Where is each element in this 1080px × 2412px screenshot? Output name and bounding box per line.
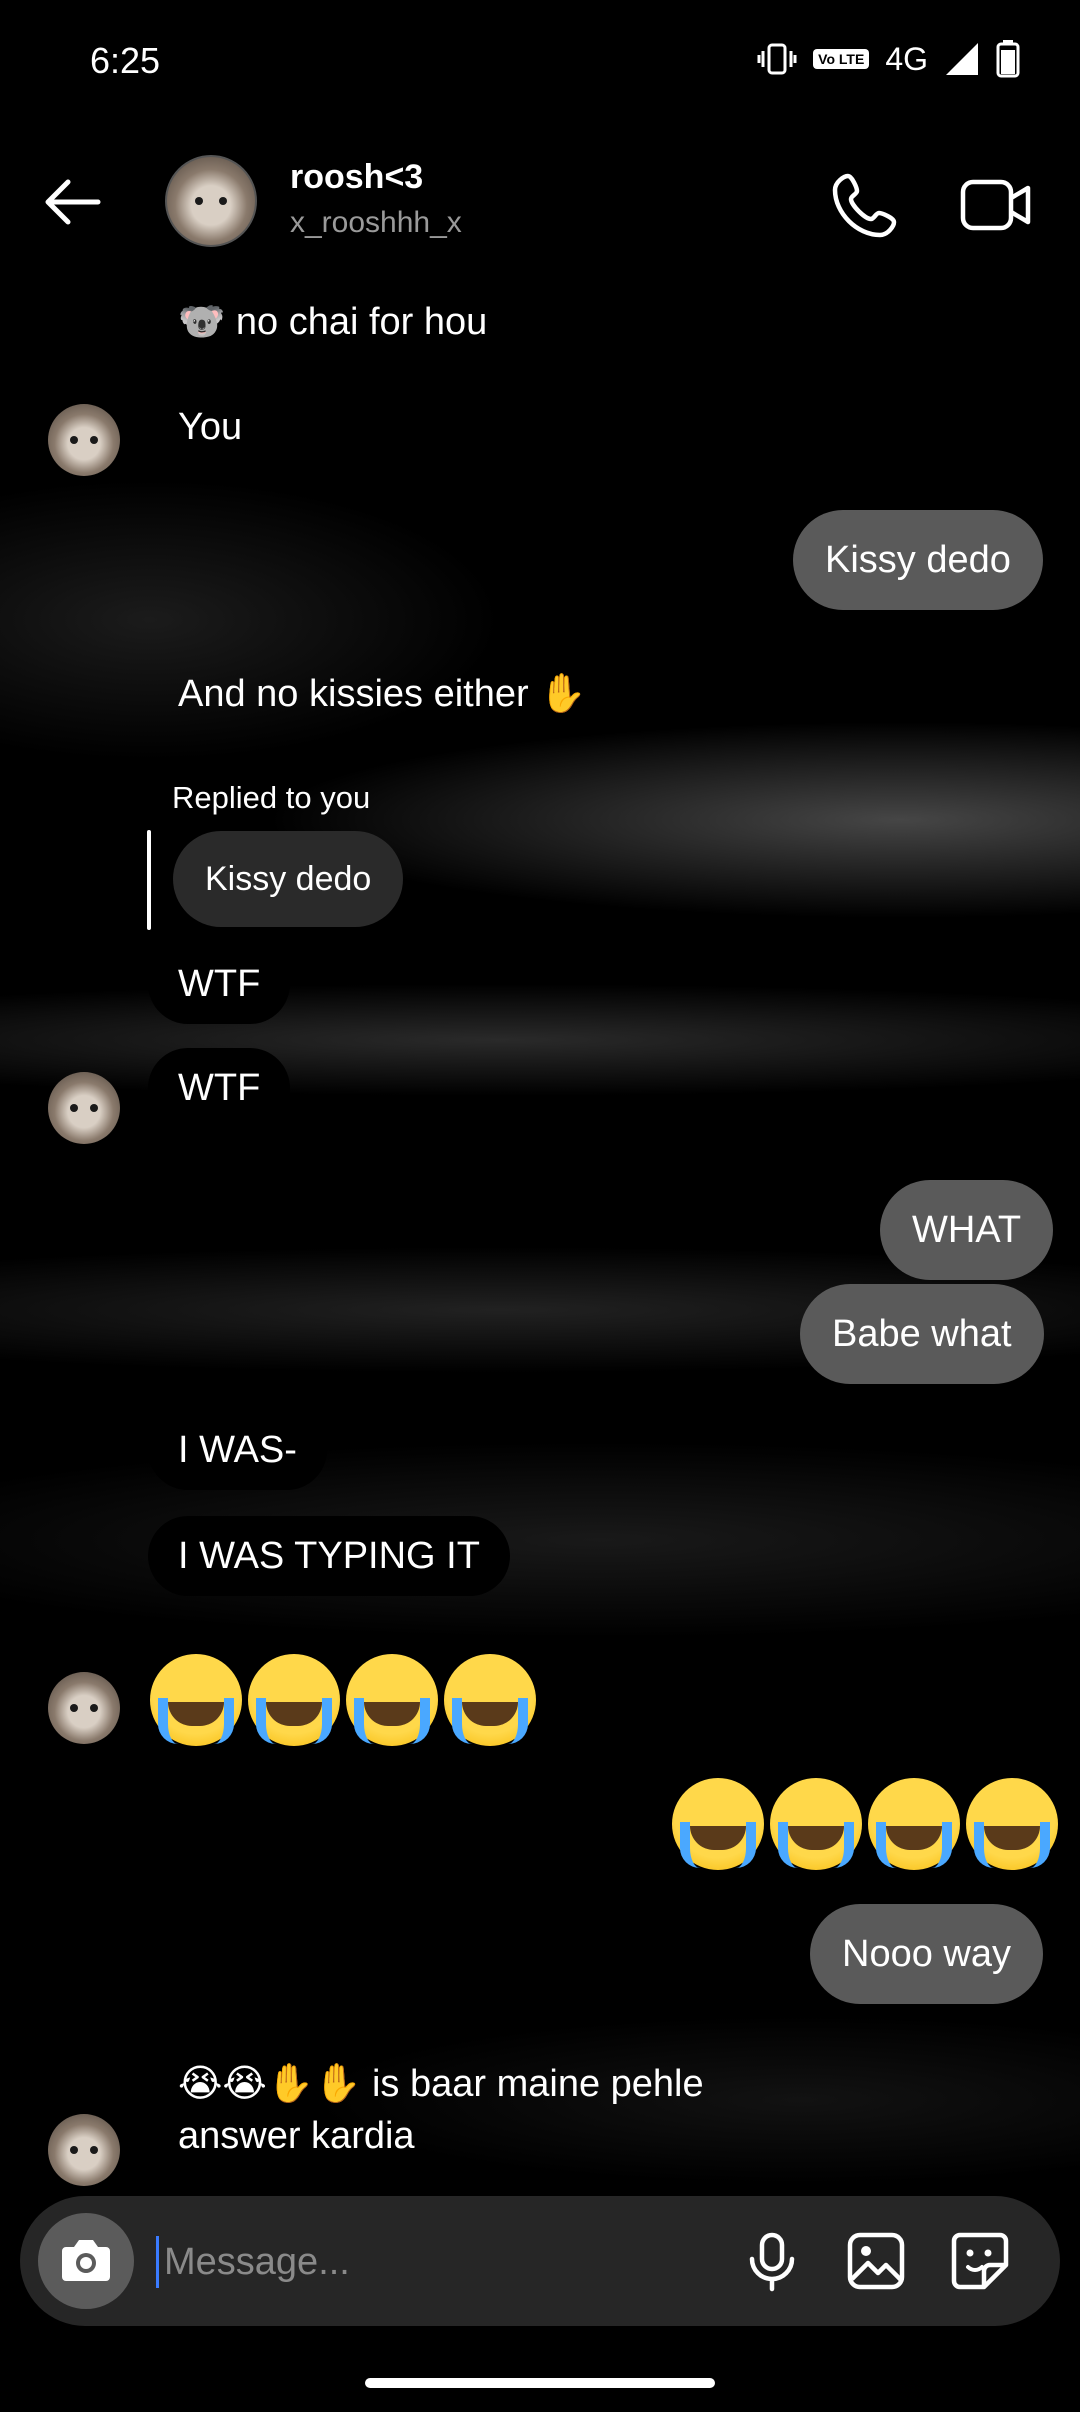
status-bar: 6:25 Vo LTE 4G [0, 0, 1080, 120]
sender-avatar[interactable] [48, 404, 120, 476]
status-icons: Vo LTE 4G [757, 40, 1020, 78]
camera-icon [62, 2240, 110, 2281]
home-indicator[interactable] [365, 2378, 715, 2388]
phone-icon[interactable] [830, 170, 900, 240]
contact-avatar[interactable] [165, 155, 257, 247]
message-incoming[interactable]: You [178, 405, 242, 449]
sender-avatar[interactable] [48, 1072, 120, 1144]
back-arrow-icon[interactable] [40, 170, 104, 234]
message-outgoing[interactable]: Kissy dedo [793, 510, 1043, 610]
sender-avatar[interactable] [48, 1672, 120, 1744]
battery-icon [996, 40, 1020, 78]
message-input[interactable] [162, 2226, 726, 2298]
quoted-message[interactable]: Kissy dedo [173, 831, 404, 927]
status-time: 6:25 [90, 40, 161, 81]
crying-face-emoji [672, 1778, 764, 1870]
crying-face-emoji [346, 1654, 438, 1746]
message-incoming[interactable]: I WAS TYPING IT [148, 1516, 510, 1596]
text-cursor [156, 2236, 159, 2288]
message-incoming[interactable]: WTF [148, 1048, 291, 1128]
microphone-icon[interactable] [740, 2229, 804, 2293]
vibrate-icon [757, 43, 797, 75]
sender-avatar[interactable] [48, 2114, 120, 2186]
crying-face-emoji [150, 1654, 242, 1746]
message-incoming[interactable]: 😭😭✋✋ is baar maine pehle answer kardia [178, 2062, 704, 2158]
sticker-icon[interactable] [948, 2229, 1012, 2293]
gallery-icon[interactable] [844, 2229, 908, 2293]
crying-face-emoji [868, 1778, 960, 1870]
signal-icon [946, 43, 978, 75]
contact-name[interactable]: roosh<3 [290, 158, 423, 197]
reply-label: Replied to you [172, 780, 371, 815]
message-incoming[interactable]: WTF [148, 944, 291, 1024]
volte-badge: Vo LTE [813, 49, 870, 69]
message-outgoing-emoji[interactable] [672, 1778, 1058, 1870]
message-incoming[interactable]: And no kissies either ✋ [178, 672, 587, 716]
reply-indicator-bar [147, 830, 151, 930]
chat-header: roosh<3 x_rooshhh_x [0, 140, 1080, 260]
camera-button[interactable] [38, 2213, 134, 2309]
message-line: answer kardia [178, 2115, 415, 2157]
message-incoming-emoji[interactable] [150, 1654, 536, 1746]
crying-face-emoji [770, 1778, 862, 1870]
message-line: 😭😭✋✋ is baar maine pehle [178, 2063, 704, 2105]
message-composer [20, 2196, 1060, 2326]
message-outgoing[interactable]: WHAT [880, 1180, 1054, 1280]
crying-face-emoji [444, 1654, 536, 1746]
crying-face-emoji [248, 1654, 340, 1746]
message-incoming[interactable]: 🐨 no chai for hou [178, 300, 487, 344]
message-outgoing[interactable]: Babe what [800, 1284, 1044, 1384]
crying-face-emoji [966, 1778, 1058, 1870]
message-outgoing[interactable]: Nooo way [810, 1904, 1043, 2004]
message-incoming[interactable]: I WAS- [148, 1410, 327, 1490]
video-call-icon[interactable] [960, 170, 1032, 240]
contact-username[interactable]: x_rooshhh_x [290, 206, 462, 240]
network-type: 4G [885, 40, 928, 77]
